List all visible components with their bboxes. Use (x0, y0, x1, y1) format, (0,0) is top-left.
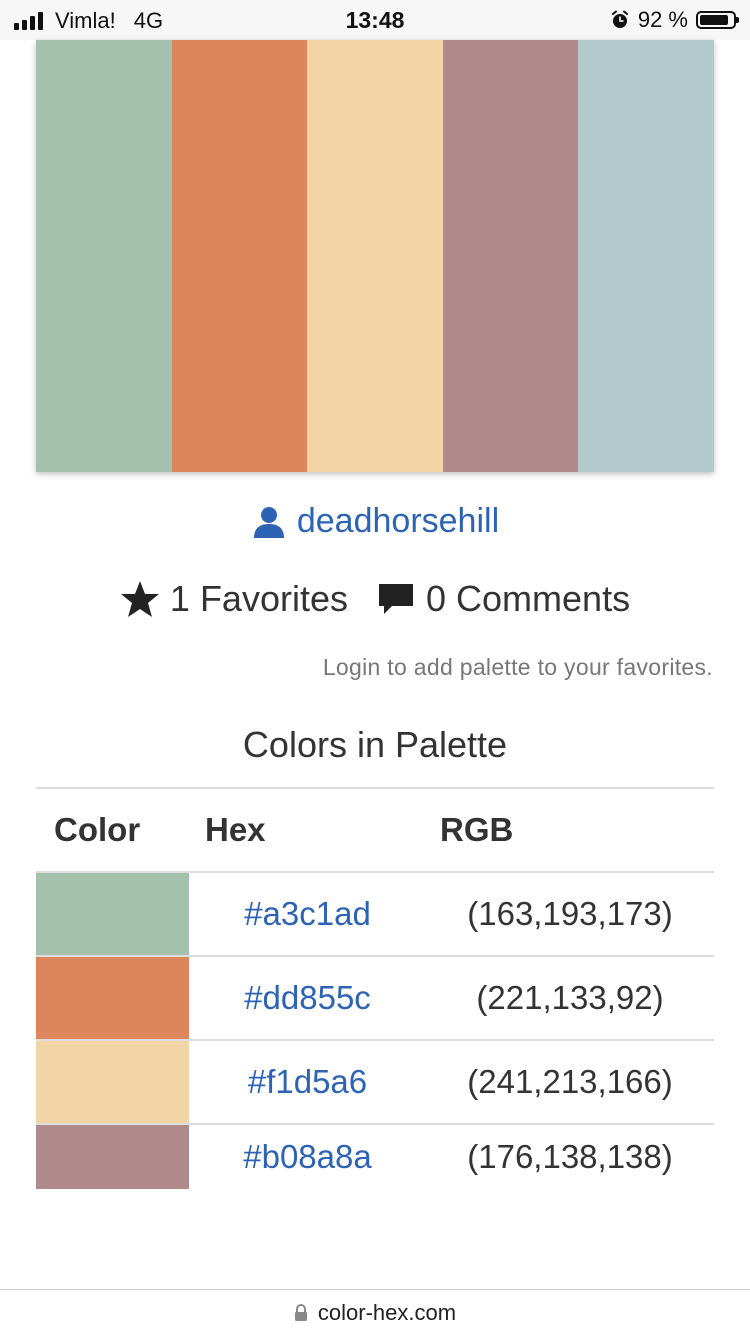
rgb-value: (221,133,92) (426, 956, 714, 1041)
table-header-row: Color Hex RGB (36, 788, 714, 873)
url-bar[interactable]: color-hex.com (0, 1289, 750, 1335)
color-swatch (36, 1124, 189, 1189)
rgb-value: (241,213,166) (426, 1040, 714, 1125)
comments-count: 0 Comments (426, 578, 631, 619)
color-swatch (36, 956, 189, 1041)
table-row: #f1d5a6 (241,213,166) (36, 1040, 714, 1125)
alarm-icon (611, 10, 628, 28)
hex-link[interactable]: #a3c1ad (189, 872, 426, 957)
favorites-count: 1 Favorites (169, 578, 348, 619)
table-row: #b08a8a (176,138,138) (36, 1124, 714, 1189)
login-note[interactable]: Login to add palette to your favorites. (323, 654, 713, 681)
color-swatch (36, 1040, 189, 1125)
comment-icon (379, 584, 413, 614)
header-hex: Hex (189, 788, 426, 873)
favorites-stat[interactable]: 1 Favorites (120, 578, 348, 620)
palette-swatch[interactable] (307, 40, 443, 472)
palette-swatch[interactable] (442, 40, 579, 472)
rgb-value: (176,138,138) (467, 1138, 673, 1175)
section-title: Colors in Palette (242, 724, 508, 765)
table-row: #dd855c (221,133,92) (36, 956, 714, 1041)
battery-icon (696, 11, 739, 29)
palette-swatch[interactable] (578, 40, 714, 472)
hex-link[interactable]: #b08a8a (189, 1124, 426, 1189)
color-swatch (36, 872, 189, 957)
hex-link[interactable]: #f1d5a6 (189, 1040, 426, 1125)
user-icon (253, 506, 284, 538)
colors-table: Color Hex RGB #a3c1ad (163,193,173) #dd8… (36, 787, 714, 1189)
table-row: #a3c1ad (163,193,173) (36, 872, 714, 957)
comments-stat[interactable]: 0 Comments (376, 578, 630, 620)
battery-percent: 92 % (637, 7, 688, 32)
header-rgb: RGB (426, 788, 714, 873)
star-icon (120, 581, 159, 617)
rgb-value: (163,193,173) (426, 872, 714, 957)
palette-preview[interactable] (36, 40, 714, 472)
status-right: 92 % (610, 7, 739, 33)
lock-icon (294, 1303, 307, 1321)
status-bar: Vimla! 4G 13:48 92 % (0, 0, 750, 40)
author-name[interactable]: deadhorsehill (297, 502, 499, 541)
url-domain: color-hex.com (317, 1299, 457, 1325)
header-color: Color (36, 788, 189, 873)
author-link[interactable]: deadhorsehill (0, 502, 750, 541)
palette-swatch[interactable] (36, 40, 172, 472)
palette-stats: 1 Favorites 0 Comments (0, 578, 750, 620)
hex-link[interactable]: #dd855c (189, 956, 426, 1041)
palette-swatch[interactable] (171, 40, 308, 472)
